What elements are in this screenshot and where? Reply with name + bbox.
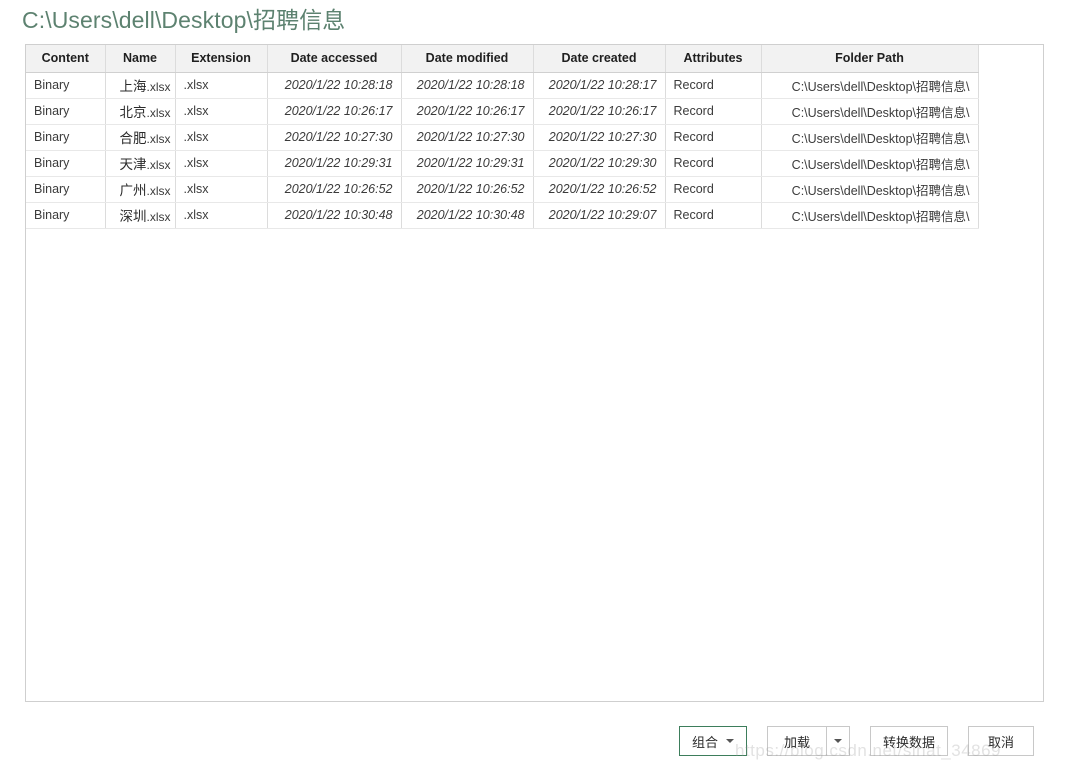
cell-content: Binary bbox=[26, 150, 106, 177]
cell-date-created: 2020/1/22 10:29:30 bbox=[533, 150, 666, 177]
cell-date-accessed: 2020/1/22 10:26:52 bbox=[267, 176, 402, 203]
cell-folder-path: C:\Users\dell\Desktop\招聘信息\ bbox=[761, 150, 979, 177]
chevron-down-icon bbox=[725, 739, 734, 743]
cell-attributes: Record bbox=[665, 72, 762, 99]
cell-attributes: Record bbox=[665, 124, 762, 151]
cell-extension: .xlsx bbox=[175, 72, 268, 99]
cell-folder-path: C:\Users\dell\Desktop\招聘信息\ bbox=[761, 98, 979, 125]
cell-name: 天津.xlsx bbox=[105, 150, 176, 177]
cell-folder-path: C:\Users\dell\Desktop\招聘信息\ bbox=[761, 202, 979, 229]
table-row[interactable]: Binary 广州.xlsx .xlsx 2020/1/22 10:26:52 2020… bbox=[26, 176, 979, 203]
cell-name: 北京.xlsx bbox=[105, 98, 176, 125]
table-body: Binary 上海.xlsx .xlsx 2020/1/22 10:28:18 2020… bbox=[26, 72, 979, 229]
cell-date-modified: 2020/1/22 10:27:30 bbox=[401, 124, 534, 151]
combine-button-label: 组合 bbox=[691, 734, 718, 750]
cell-name: 广州.xlsx bbox=[105, 176, 176, 203]
column-header-created[interactable]: Date created bbox=[533, 45, 666, 73]
column-header-accessed[interactable]: Date accessed bbox=[267, 45, 402, 73]
cell-content: Binary bbox=[26, 176, 106, 203]
cell-date-created: 2020/1/22 10:29:07 bbox=[533, 202, 666, 229]
chevron-down-icon bbox=[833, 739, 842, 743]
cell-content: Binary bbox=[26, 98, 106, 125]
cell-folder-path: C:\Users\dell\Desktop\招聘信息\ bbox=[761, 176, 979, 203]
table-row[interactable]: Binary 上海.xlsx .xlsx 2020/1/22 10:28:18 2020… bbox=[26, 72, 979, 99]
table-row[interactable]: Binary 天津.xlsx .xlsx 2020/1/22 10:29:31 2020… bbox=[26, 150, 979, 177]
cancel-button[interactable]: 取消 bbox=[968, 726, 1034, 756]
column-header-folder[interactable]: Folder Path bbox=[761, 45, 979, 73]
preview-panel: Content Name Extension Date accessed Dat… bbox=[25, 44, 1044, 702]
cell-date-created: 2020/1/22 10:26:17 bbox=[533, 98, 666, 125]
table-header-row: Content Name Extension Date accessed Dat… bbox=[26, 45, 979, 73]
cell-name: 上海.xlsx bbox=[105, 72, 176, 99]
column-header-name[interactable]: Name bbox=[105, 45, 176, 73]
transform-data-button[interactable]: 转换数据 bbox=[869, 726, 948, 756]
page-title: C:\Users\dell\Desktop\招聘信息 bbox=[22, 7, 346, 33]
cell-extension: .xlsx bbox=[175, 202, 268, 229]
table-row[interactable]: Binary 合肥.xlsx .xlsx 2020/1/22 10:27:30 2020… bbox=[26, 124, 979, 151]
cell-date-modified: 2020/1/22 10:30:48 bbox=[401, 202, 534, 229]
table-row[interactable]: Binary 深圳.xlsx .xlsx 2020/1/22 10:30:48 2020… bbox=[26, 202, 979, 229]
footer-bar: 组合 加载 转换数据 取消 bbox=[25, 708, 1044, 766]
cell-content: Binary bbox=[26, 72, 106, 99]
cell-date-accessed: 2020/1/22 10:27:30 bbox=[267, 124, 402, 151]
cell-content: Binary bbox=[26, 124, 106, 151]
cell-folder-path: C:\Users\dell\Desktop\招聘信息\ bbox=[761, 124, 979, 151]
column-header-content[interactable]: Content bbox=[26, 45, 106, 73]
cell-extension: .xlsx bbox=[175, 98, 268, 125]
cell-attributes: Record bbox=[665, 98, 762, 125]
cell-attributes: Record bbox=[665, 176, 762, 203]
cell-extension: .xlsx bbox=[175, 176, 268, 203]
cell-attributes: Record bbox=[665, 150, 762, 177]
cell-date-modified: 2020/1/22 10:26:52 bbox=[401, 176, 534, 203]
cell-extension: .xlsx bbox=[175, 150, 268, 177]
cell-name: 合肥.xlsx bbox=[105, 124, 176, 151]
cell-date-created: 2020/1/22 10:27:30 bbox=[533, 124, 666, 151]
cell-attributes: Record bbox=[665, 202, 762, 229]
cell-date-created: 2020/1/22 10:28:17 bbox=[533, 72, 666, 99]
cell-extension: .xlsx bbox=[175, 124, 268, 151]
cell-date-accessed: 2020/1/22 10:28:18 bbox=[267, 72, 402, 99]
column-header-modified[interactable]: Date modified bbox=[401, 45, 534, 73]
cell-date-accessed: 2020/1/22 10:30:48 bbox=[267, 202, 402, 229]
load-dropdown-button[interactable] bbox=[825, 726, 850, 756]
cell-date-modified: 2020/1/22 10:28:18 bbox=[401, 72, 534, 99]
footer-button-row: 组合 加载 转换数据 取消 bbox=[678, 726, 1034, 756]
load-button[interactable]: 加载 bbox=[766, 726, 826, 756]
cell-date-modified: 2020/1/22 10:26:17 bbox=[401, 98, 534, 125]
load-split-button[interactable]: 加载 bbox=[766, 726, 850, 756]
cell-content: Binary bbox=[26, 202, 106, 229]
column-header-extension[interactable]: Extension bbox=[175, 45, 268, 73]
combine-button[interactable]: 组合 bbox=[678, 726, 747, 756]
cell-date-accessed: 2020/1/22 10:29:31 bbox=[267, 150, 402, 177]
table-row[interactable]: Binary 北京.xlsx .xlsx 2020/1/22 10:26:17 2020… bbox=[26, 98, 979, 125]
column-header-attributes[interactable]: Attributes bbox=[665, 45, 762, 73]
cell-date-modified: 2020/1/22 10:29:31 bbox=[401, 150, 534, 177]
file-preview-table: Content Name Extension Date accessed Dat… bbox=[26, 45, 979, 229]
cell-folder-path: C:\Users\dell\Desktop\招聘信息\ bbox=[761, 72, 979, 99]
cell-name: 深圳.xlsx bbox=[105, 202, 176, 229]
cell-date-accessed: 2020/1/22 10:26:17 bbox=[267, 98, 402, 125]
cell-date-created: 2020/1/22 10:26:52 bbox=[533, 176, 666, 203]
